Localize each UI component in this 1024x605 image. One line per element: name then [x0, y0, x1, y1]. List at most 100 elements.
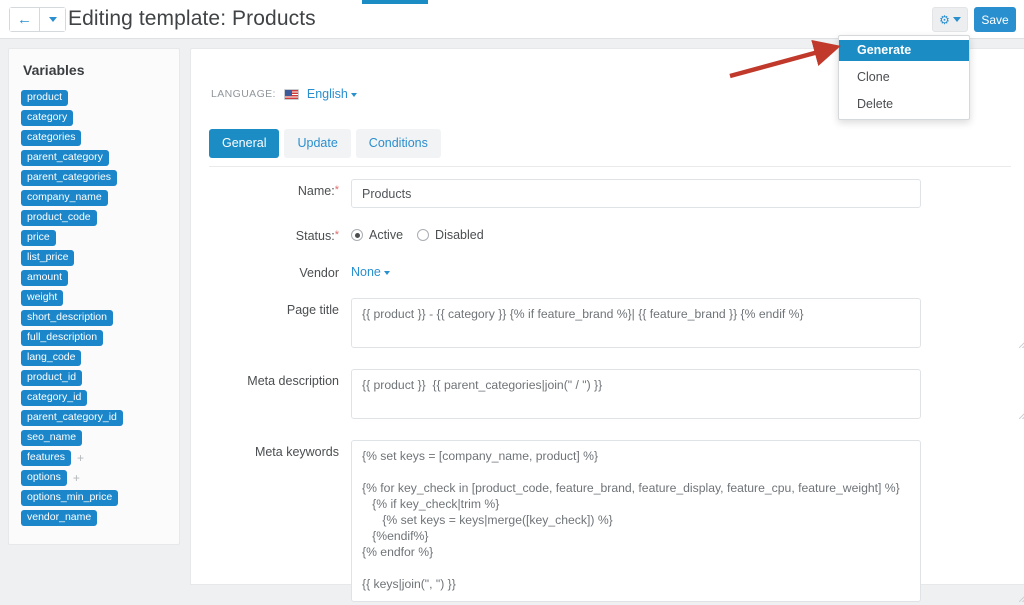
actions-dropdown-menu: Generate Clone Delete [838, 35, 970, 120]
top-bar: ← Editing template: Products ⚙ Save [0, 0, 1024, 39]
back-button-group: ← [9, 7, 66, 32]
variable-row: category_id [21, 390, 167, 406]
progress-indicator [362, 0, 428, 4]
variable-tag-product_code[interactable]: product_code [21, 210, 97, 226]
variable-row: parent_category [21, 150, 167, 166]
save-button[interactable]: Save [974, 7, 1016, 32]
variable-tag-lang_code[interactable]: lang_code [21, 350, 82, 366]
variable-tag-weight[interactable]: weight [21, 290, 64, 306]
variable-row: price [21, 230, 167, 246]
variable-tag-list_price[interactable]: list_price [21, 250, 75, 266]
name-label: Name:* [191, 179, 351, 198]
menu-item-clone[interactable]: Clone [839, 66, 969, 88]
required-marker: * [334, 184, 339, 196]
tab-update[interactable]: Update [284, 129, 351, 158]
variable-row: options_min_price [21, 490, 167, 506]
template-form: Name:* Status:* Active Disabled [191, 179, 1024, 605]
menu-item-generate[interactable]: Generate [839, 40, 969, 61]
variable-row: options + [21, 470, 167, 486]
tab-general[interactable]: General [209, 129, 280, 158]
meta-description-control: {{ product }} {{ parent_categories|join(… [351, 369, 1024, 422]
form-row-page-title: Page title {{ product }} - {{ category }… [191, 298, 1024, 351]
page-title: Editing template: Products [68, 7, 316, 30]
variable-row: weight [21, 290, 167, 306]
vendor-dropdown[interactable]: None [351, 261, 390, 279]
meta-keywords-control: {% set keys = [company_name, product] %}… [351, 440, 1024, 605]
variable-tag-company_name[interactable]: company_name [21, 190, 108, 206]
variable-tag-options_min_price[interactable]: options_min_price [21, 490, 119, 506]
menu-item-delete[interactable]: Delete [839, 93, 969, 115]
variable-tag-parent_category[interactable]: parent_category [21, 150, 109, 166]
variable-row: parent_categories [21, 170, 167, 186]
language-label: LANGUAGE: [211, 88, 276, 100]
variable-tag-short_description[interactable]: short_description [21, 310, 113, 326]
vendor-value: None [351, 265, 381, 279]
radio-disabled-label: Disabled [435, 228, 484, 242]
vendor-label: Vendor [299, 266, 339, 280]
chevron-down-icon [48, 17, 57, 22]
status-control: Active Disabled [351, 224, 1024, 242]
variable-tag-category[interactable]: category [21, 110, 74, 126]
radio-disabled[interactable]: Disabled [417, 228, 484, 242]
page-title-label: Page title [286, 303, 339, 317]
form-row-vendor: Vendor None [191, 261, 1024, 280]
variable-row: features + [21, 450, 167, 466]
variable-row: categories [21, 130, 167, 146]
variable-tag-price[interactable]: price [21, 230, 56, 246]
meta-keywords-textarea[interactable]: {% set keys = [company_name, product] %}… [351, 440, 921, 602]
variable-tag-vendor_name[interactable]: vendor_name [21, 510, 98, 526]
variable-row: vendor_name [21, 510, 167, 526]
meta-description-textarea[interactable]: {{ product }} {{ parent_categories|join(… [351, 369, 921, 419]
language-value: English [306, 87, 348, 101]
required-marker: * [334, 229, 339, 241]
variable-tag-seo_name[interactable]: seo_name [21, 430, 83, 446]
page-title-textarea[interactable]: {{ product }} - {{ category }} {% if fea… [351, 298, 921, 348]
add-variable-icon[interactable]: + [73, 472, 80, 484]
variable-tag-category_id[interactable]: category_id [21, 390, 88, 406]
variables-panel: Variables product category categories paren… [8, 48, 180, 545]
variable-tag-full_description[interactable]: full_description [21, 330, 104, 346]
language-dropdown[interactable]: English [307, 87, 357, 101]
radio-dot-icon [351, 229, 363, 241]
chevron-down-icon [952, 17, 961, 22]
meta-keywords-label: Meta keywords [254, 445, 339, 459]
language-selector-row: LANGUAGE: English [211, 87, 357, 101]
variable-tag-product_id[interactable]: product_id [21, 370, 83, 386]
settings-menu-button[interactable]: ⚙ [932, 7, 968, 32]
variable-row: lang_code [21, 350, 167, 366]
variable-tag-amount[interactable]: amount [21, 270, 69, 286]
tab-conditions[interactable]: Conditions [355, 129, 441, 158]
radio-active-label: Active [369, 228, 404, 242]
variable-row: product_id [21, 370, 167, 386]
variable-row: full_description [21, 330, 167, 346]
us-flag-icon [283, 88, 299, 100]
variable-tag-options[interactable]: options [21, 470, 67, 486]
variables-list: product category categories parent_category… [21, 90, 167, 526]
variable-tag-parent_categories[interactable]: parent_categories [21, 170, 118, 186]
add-variable-icon[interactable]: + [77, 452, 84, 464]
name-label-text: Name: [297, 184, 335, 198]
radio-active[interactable]: Active [351, 228, 403, 242]
variable-row: seo_name [21, 430, 167, 446]
status-label-text: Status: [295, 229, 335, 243]
variable-row: company_name [21, 190, 167, 206]
name-control [351, 179, 1024, 208]
variable-tag-parent_category_id[interactable]: parent_category_id [21, 410, 123, 426]
variable-row: product_code [21, 210, 167, 226]
name-input[interactable] [351, 179, 921, 208]
back-button[interactable]: ← [10, 8, 39, 31]
form-row-meta-description: Meta description {{ product }} {{ parent… [191, 369, 1024, 422]
chevron-down-icon [383, 270, 390, 275]
form-row-meta-keywords: Meta keywords {% set keys = [company_nam… [191, 440, 1024, 605]
variables-panel-title: Variables [23, 62, 85, 78]
gear-icon: ⚙ [939, 12, 950, 27]
form-row-name: Name:* [191, 179, 1024, 208]
variable-row: amount [21, 270, 167, 286]
back-dropdown-button[interactable] [39, 8, 65, 31]
variable-tag-features[interactable]: features [21, 450, 71, 466]
variable-tag-categories[interactable]: categories [21, 130, 82, 146]
meta-description-label: Meta description [247, 374, 339, 388]
page-title-control: {{ product }} - {{ category }} {% if fea… [351, 298, 1024, 351]
variable-tag-product[interactable]: product [21, 90, 69, 106]
vendor-control: None [351, 261, 1024, 279]
